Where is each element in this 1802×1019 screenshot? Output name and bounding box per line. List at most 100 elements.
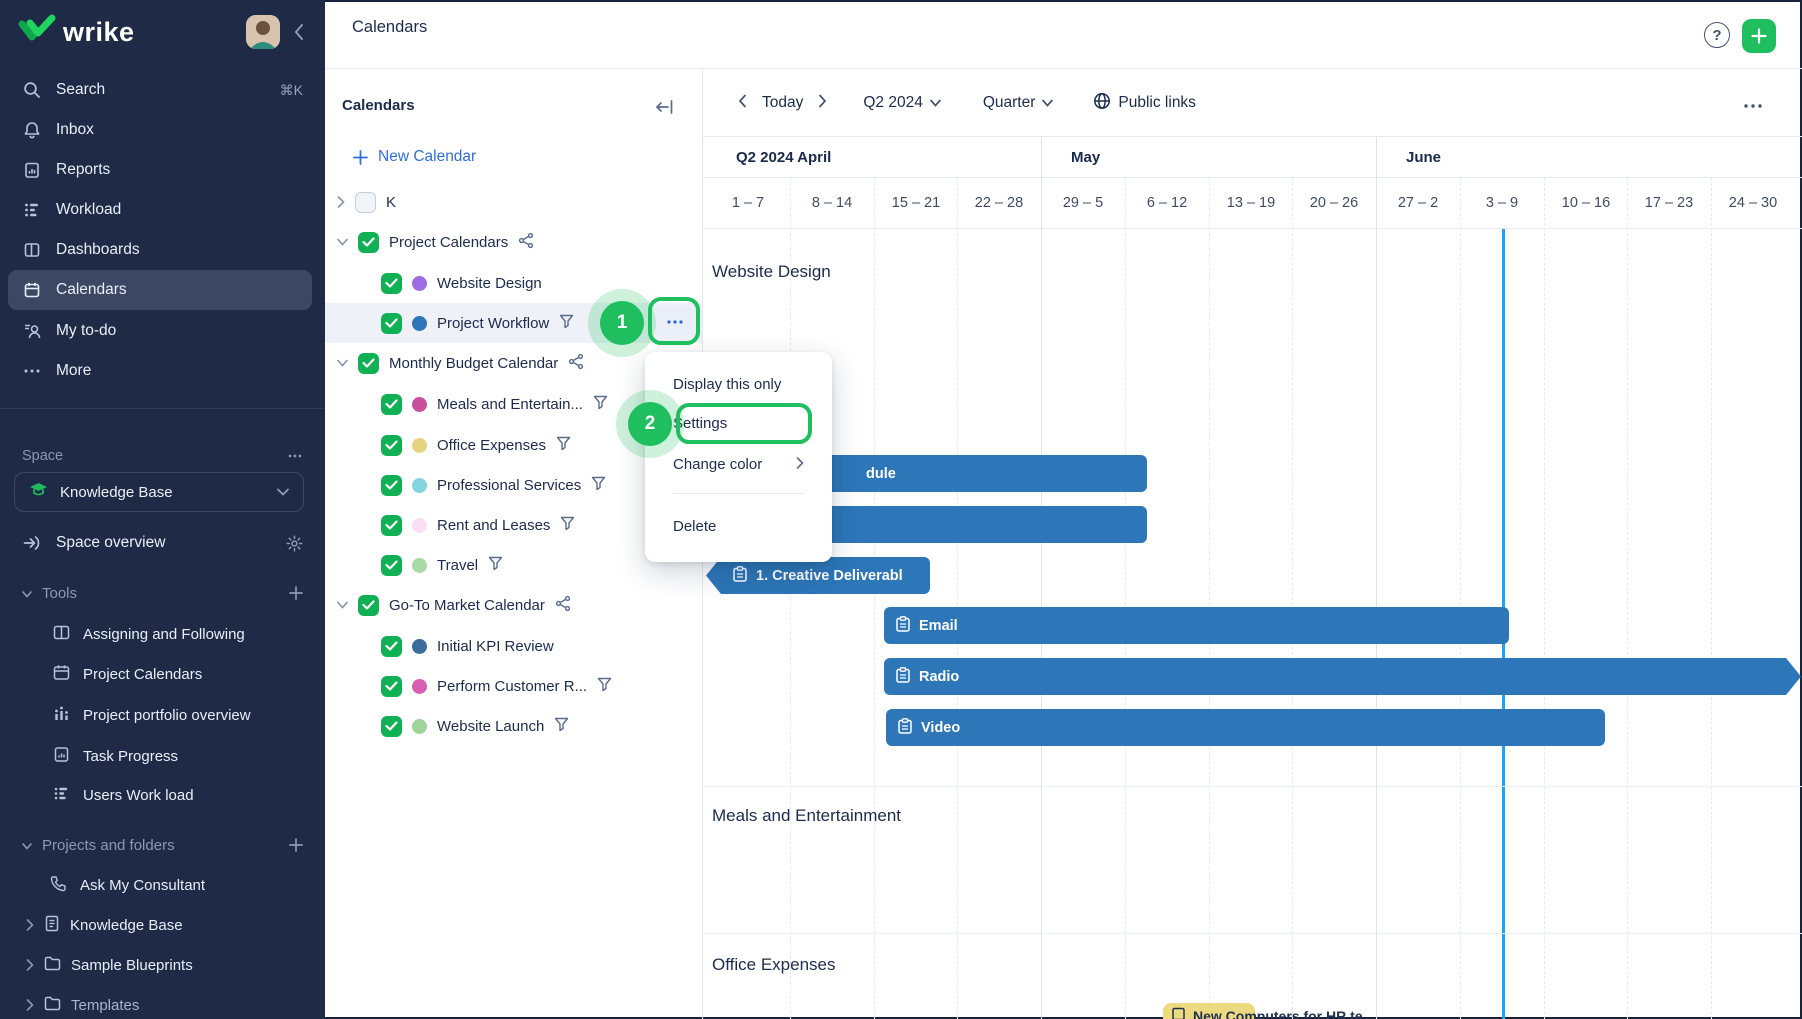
collapse-panel-icon[interactable] [655,98,675,121]
sidebar-item-ask-my-consultant[interactable]: Ask My Consultant [0,866,325,904]
gantt-bar-video[interactable]: Video [886,709,1605,746]
sidebar-item-templates[interactable]: Templates [0,986,325,1019]
zoom-dropdown[interactable]: Quarter [983,94,1054,112]
chevron-down-icon[interactable] [337,601,348,609]
week-label: 6 – 12 [1125,178,1209,229]
sidebar-item-reports[interactable]: Reports [0,150,325,190]
checkbox-checked[interactable] [381,555,402,576]
checkbox-checked[interactable] [381,273,402,294]
share-icon[interactable] [518,232,534,253]
sidebar-item-project-portfolio-overview[interactable]: Project portfolio overview [0,696,325,734]
sidebar-item-sample-blueprints[interactable]: Sample Blueprints [0,946,325,984]
filter-icon[interactable] [488,556,503,575]
new-calendar-button[interactable]: New Calendar [353,148,476,166]
menu-item-delete[interactable]: Delete [673,518,716,535]
plus-icon[interactable] [289,586,303,600]
tree-row-perform-customer-research[interactable]: Perform Customer R... [325,666,702,706]
share-icon[interactable] [555,595,571,616]
sidebar-item-my-todo[interactable]: My to-do [0,311,325,351]
checkbox-checked[interactable] [381,313,402,334]
filter-icon[interactable] [556,436,571,455]
tree-row-k[interactable]: K [325,182,702,222]
row-more-button[interactable] [656,306,693,337]
filter-icon[interactable] [560,516,575,535]
sidebar-item-inbox[interactable]: Inbox [0,110,325,150]
checkbox-checked[interactable] [381,676,402,697]
grid-line [1209,178,1210,1019]
sidebar-item-knowledge-base[interactable]: Knowledge Base [0,906,325,944]
share-icon[interactable] [568,353,584,374]
filter-icon[interactable] [597,677,612,696]
gear-icon[interactable] [286,535,303,552]
next-period-icon[interactable] [818,94,827,113]
sidebar-item-project-calendars[interactable]: Project Calendars [0,655,325,693]
calendar-color-dot [412,316,427,331]
gantt-bar-creative-deliverable[interactable]: 1. Creative Deliverabl [706,557,930,594]
chevron-down-icon[interactable] [337,238,348,246]
timeline-more-icon[interactable] [1742,98,1764,119]
filter-icon[interactable] [593,395,608,414]
sidebar-item-task-progress[interactable]: Task Progress [0,737,325,775]
period-dropdown[interactable]: Q2 2024 [863,94,940,112]
filter-icon[interactable] [559,314,574,333]
checkbox-checked[interactable] [381,394,402,415]
today-button[interactable]: Today [754,94,811,112]
checkbox-checked[interactable] [381,716,402,737]
public-links-label: Public links [1118,94,1196,112]
zoom-value: Quarter [983,94,1036,112]
tree-row-initial-kpi-review[interactable]: Initial KPI Review [325,626,702,666]
checkbox-unchecked[interactable] [355,192,376,213]
filter-icon[interactable] [591,476,606,495]
menu-item-change-color[interactable]: Change color [673,456,804,473]
gantt-bar-email[interactable]: Email [884,607,1509,644]
sidebar-item-assigning-and-following[interactable]: Assigning and Following [0,615,325,653]
sidebar-item-dashboards[interactable]: Dashboards [0,230,325,270]
wrike-app-window: wrike Search ⌘K Inbox Reports [0,0,1802,1019]
sidebar-collapse-icon[interactable] [293,23,305,46]
checkbox-checked[interactable] [381,515,402,536]
plus-icon[interactable] [289,838,303,852]
sidebar-item-users-work-load[interactable]: Users Work load [0,776,325,814]
filter-icon[interactable] [554,717,569,736]
menu-item-display-this-only[interactable]: Display this only [673,376,781,393]
arrow-enter-icon [22,534,42,552]
phone-icon [50,875,67,896]
sidebar-divider [0,408,325,409]
chevron-down-icon[interactable] [337,359,348,367]
sidebar-item-calendars[interactable]: Calendars [0,270,325,310]
tree-row-project-calendars[interactable]: Project Calendars [325,222,702,262]
create-new-button[interactable] [1742,19,1776,53]
wrike-logo-text: wrike [63,17,135,48]
gantt-bar-schedule[interactable]: dule [795,455,1147,492]
checkbox-checked[interactable] [358,595,379,616]
chevron-right-icon[interactable] [337,196,345,208]
checkbox-checked[interactable] [381,435,402,456]
space-menu-icon[interactable] [287,448,303,464]
checkbox-checked[interactable] [358,353,379,374]
help-icon[interactable]: ? [1704,22,1730,48]
sidebar-item-space-overview[interactable]: Space overview [0,524,325,562]
gantt-bar-label: Video [921,720,960,736]
public-links-button[interactable]: Public links [1093,92,1196,115]
tree-row-go-to-market-calendar[interactable]: Go-To Market Calendar [325,585,702,625]
grid-line [957,178,958,1019]
tools-section-header[interactable]: Tools [0,575,325,611]
checkbox-checked[interactable] [358,232,379,253]
projects-section-header[interactable]: Projects and folders [0,827,325,863]
tree-row-project-workflow[interactable]: Project Workflow [325,303,702,343]
sidebar-item-workload[interactable]: Workload [0,190,325,230]
tree-row-website-design[interactable]: Website Design [325,263,702,303]
checkbox-checked[interactable] [381,636,402,657]
grid-line [874,178,875,1019]
sidebar-item-search[interactable]: Search ⌘K [0,70,325,110]
wrike-logo[interactable]: wrike [18,14,135,51]
tree-row-website-launch[interactable]: Website Launch [325,706,702,746]
user-avatar[interactable] [246,15,280,49]
gantt-bar-unlabeled[interactable] [795,506,1147,543]
checkbox-checked[interactable] [381,475,402,496]
sidebar-item-more[interactable]: More [0,351,325,391]
space-selector[interactable]: Knowledge Base [14,472,304,512]
prev-period-icon[interactable] [738,94,747,113]
menu-item-settings[interactable]: Settings [673,415,727,432]
gantt-bar-radio[interactable]: Radio [884,658,1801,695]
